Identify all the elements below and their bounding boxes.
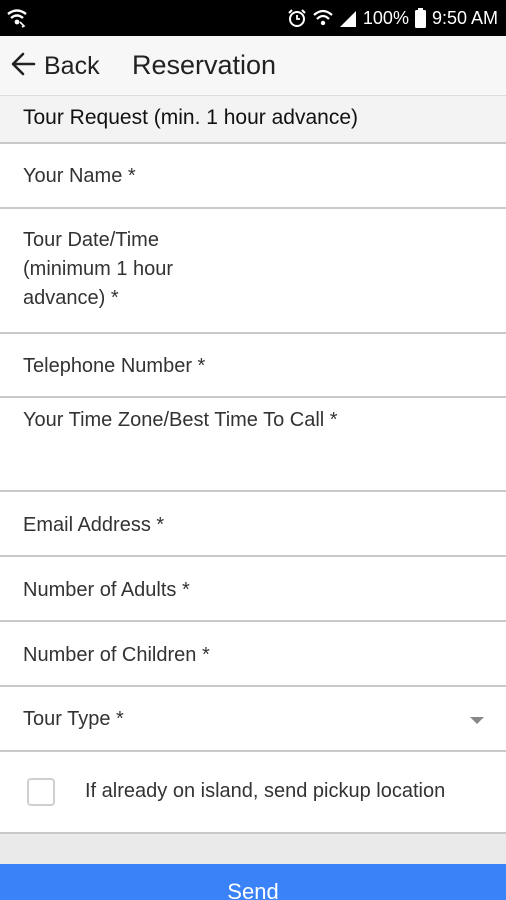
back-button[interactable]: Back [10, 48, 100, 84]
status-right: 100% 9:50 AM [287, 0, 498, 36]
signal-icon [339, 8, 357, 28]
tour-date-line-2: (minimum 1 hour [23, 258, 174, 280]
alarm-icon [287, 8, 307, 28]
battery-icon [414, 8, 426, 28]
tour-type-placeholder: Tour Type * [23, 708, 124, 730]
tour-date-line-1: Tour Date/Time [23, 229, 159, 251]
pickup-checkbox-label[interactable]: If already on island, send pickup locati… [85, 780, 445, 803]
section-header: Tour Request (min. 1 hour advance) [0, 96, 506, 144]
tour-date-line-3: advance) * [23, 287, 119, 309]
app-bar: Back Reservation [0, 36, 506, 96]
pickup-checkbox-row: If already on island, send pickup locati… [0, 752, 506, 834]
adults-field[interactable]: Number of Adults * [0, 557, 506, 622]
arrow-left-icon [10, 51, 36, 82]
wifi-icon [313, 8, 333, 28]
email-field[interactable]: Email Address * [0, 492, 506, 557]
name-field[interactable]: Your Name * [0, 144, 506, 209]
name-placeholder: Your Name * [23, 165, 136, 187]
dropdown-arrow-icon [470, 717, 484, 724]
battery-percent: 100% [362, 7, 409, 28]
pickup-checkbox[interactable] [27, 778, 55, 806]
time-zone-placeholder: Your Time Zone/Best Time To Call * [23, 409, 338, 431]
email-placeholder: Email Address * [23, 514, 165, 536]
time-zone-textarea[interactable]: Your Time Zone/Best Time To Call * [0, 398, 506, 492]
tour-date-time-field[interactable]: Tour Date/Time (minimum 1 hour advance) … [0, 209, 506, 334]
tour-type-select[interactable]: Tour Type * [0, 687, 506, 752]
telephone-placeholder: Telephone Number * [23, 355, 206, 377]
section-title: Tour Request (min. 1 hour advance) [23, 106, 359, 129]
adults-placeholder: Number of Adults * [23, 579, 190, 601]
send-button[interactable]: Send [0, 864, 506, 900]
children-field[interactable]: Number of Children * [0, 622, 506, 687]
status-time: 9:50 AM [431, 7, 498, 28]
children-placeholder: Number of Children * [23, 644, 210, 666]
telephone-field[interactable]: Telephone Number * [0, 334, 506, 398]
back-label: Back [44, 51, 100, 80]
status-bar: 100% 9:50 AM [0, 0, 506, 36]
footer-spacer [0, 834, 506, 864]
wifi-calling-icon [6, 8, 28, 28]
status-left [6, 8, 28, 28]
page-title: Reservation [132, 50, 277, 80]
